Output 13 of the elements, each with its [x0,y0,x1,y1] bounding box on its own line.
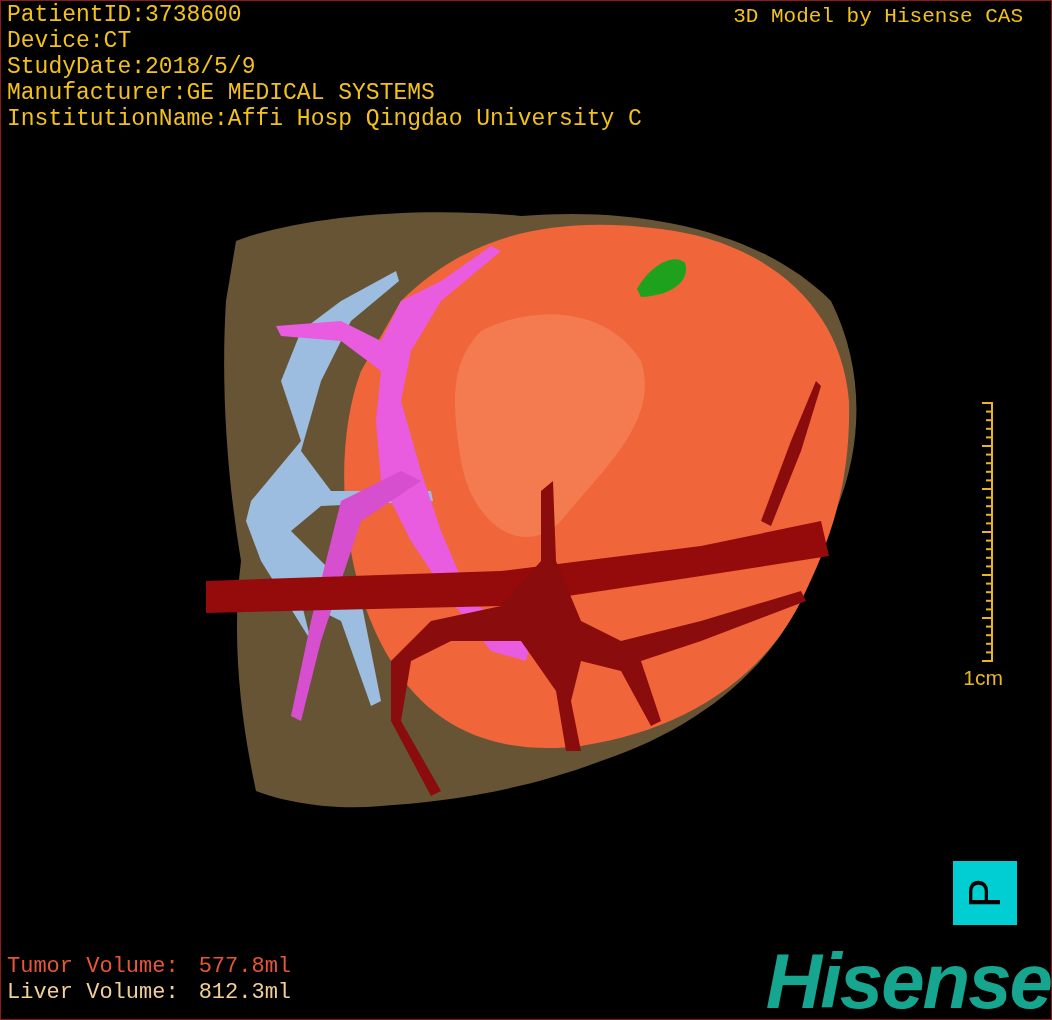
credit-text: 3D Model by Hisense CAS [733,4,1023,30]
patient-info-text: PatientID:3738600 [7,2,243,28]
logo-text: Hisense [765,941,1051,1019]
scale-label: 1cm [963,665,1003,691]
volume-value: 812.3ml [198,980,292,1006]
volume-value: 577.8ml [198,954,292,980]
patient-info-text: Device:CT [7,28,133,54]
patient-info-text: StudyDate:2018/5/9 [7,54,257,80]
patient-info-text: Manufacturer:GE MEDICAL SYSTEMS [7,80,436,106]
orientation-button[interactable]: P [953,861,1017,925]
volume-label: Tumor Volume: [7,954,179,980]
patient-info-text: InstitutionName:Affi Hosp Qingdao University C [7,106,642,132]
volume-label: Liver Volume: [7,980,179,1006]
